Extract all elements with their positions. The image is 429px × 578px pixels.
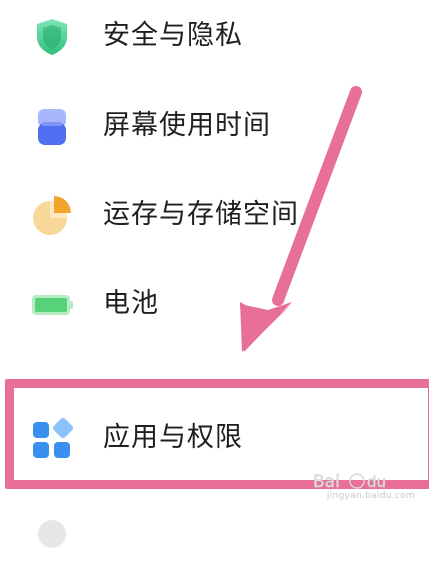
settings-item-apps[interactable]: 应用与权限 — [0, 393, 429, 483]
settings-item-security[interactable]: 安全与隐私 — [0, 0, 429, 81]
pie-chart-icon — [30, 194, 74, 238]
apps-grid-icon — [30, 417, 74, 461]
settings-item-label: 安全与隐私 — [103, 20, 243, 51]
watermark-text: jingyan.baidu.com — [326, 491, 415, 501]
settings-item-label: 应用与权限 — [103, 422, 243, 453]
settings-item-next[interactable] — [0, 488, 429, 578]
settings-item-label: 电池 — [103, 288, 159, 319]
settings-item-label: 屏幕使用时间 — [103, 110, 271, 141]
settings-item-storage[interactable]: 运存与存储空间 — [0, 170, 429, 260]
next-item-icon — [30, 512, 74, 556]
hourglass-icon — [30, 105, 74, 149]
battery-icon — [30, 283, 74, 327]
shield-icon — [30, 15, 74, 59]
settings-list: 安全与隐私 屏幕使用时间 运存与存储空间 电池 应用与权限 — [0, 0, 429, 548]
settings-item-battery[interactable]: 电池 — [0, 259, 429, 349]
settings-item-screen-time[interactable]: 屏幕使用时间 — [0, 81, 429, 171]
settings-item-label: 运存与存储空间 — [103, 199, 299, 230]
